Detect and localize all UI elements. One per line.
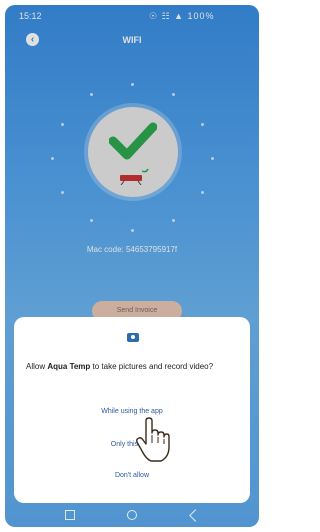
android-nav-bar	[5, 505, 259, 527]
permission-dialog: Allow Aqua Temp to take pictures and rec…	[14, 317, 250, 503]
dont-allow-button[interactable]: Don't allow	[14, 472, 250, 479]
back-nav-icon[interactable]	[189, 509, 202, 522]
recent-apps-icon[interactable]	[65, 510, 75, 520]
app-name: Aqua Temp	[47, 362, 91, 371]
prompt-suffix: to take pictures and record video?	[90, 362, 214, 371]
prompt-prefix: Allow	[26, 362, 48, 371]
home-icon[interactable]	[127, 510, 137, 520]
permission-prompt: Allow Aqua Temp to take pictures and rec…	[26, 361, 236, 372]
camera-icon	[127, 333, 139, 342]
while-using-app-button[interactable]: While using the app	[14, 408, 250, 415]
only-this-time-button[interactable]: Only this time	[14, 441, 250, 448]
phone-screen: 15:12 ☉ ☷ ▲ 100% ‹ WIFI Mac code: 546537…	[5, 5, 259, 527]
pointer-hand-icon	[136, 417, 170, 462]
